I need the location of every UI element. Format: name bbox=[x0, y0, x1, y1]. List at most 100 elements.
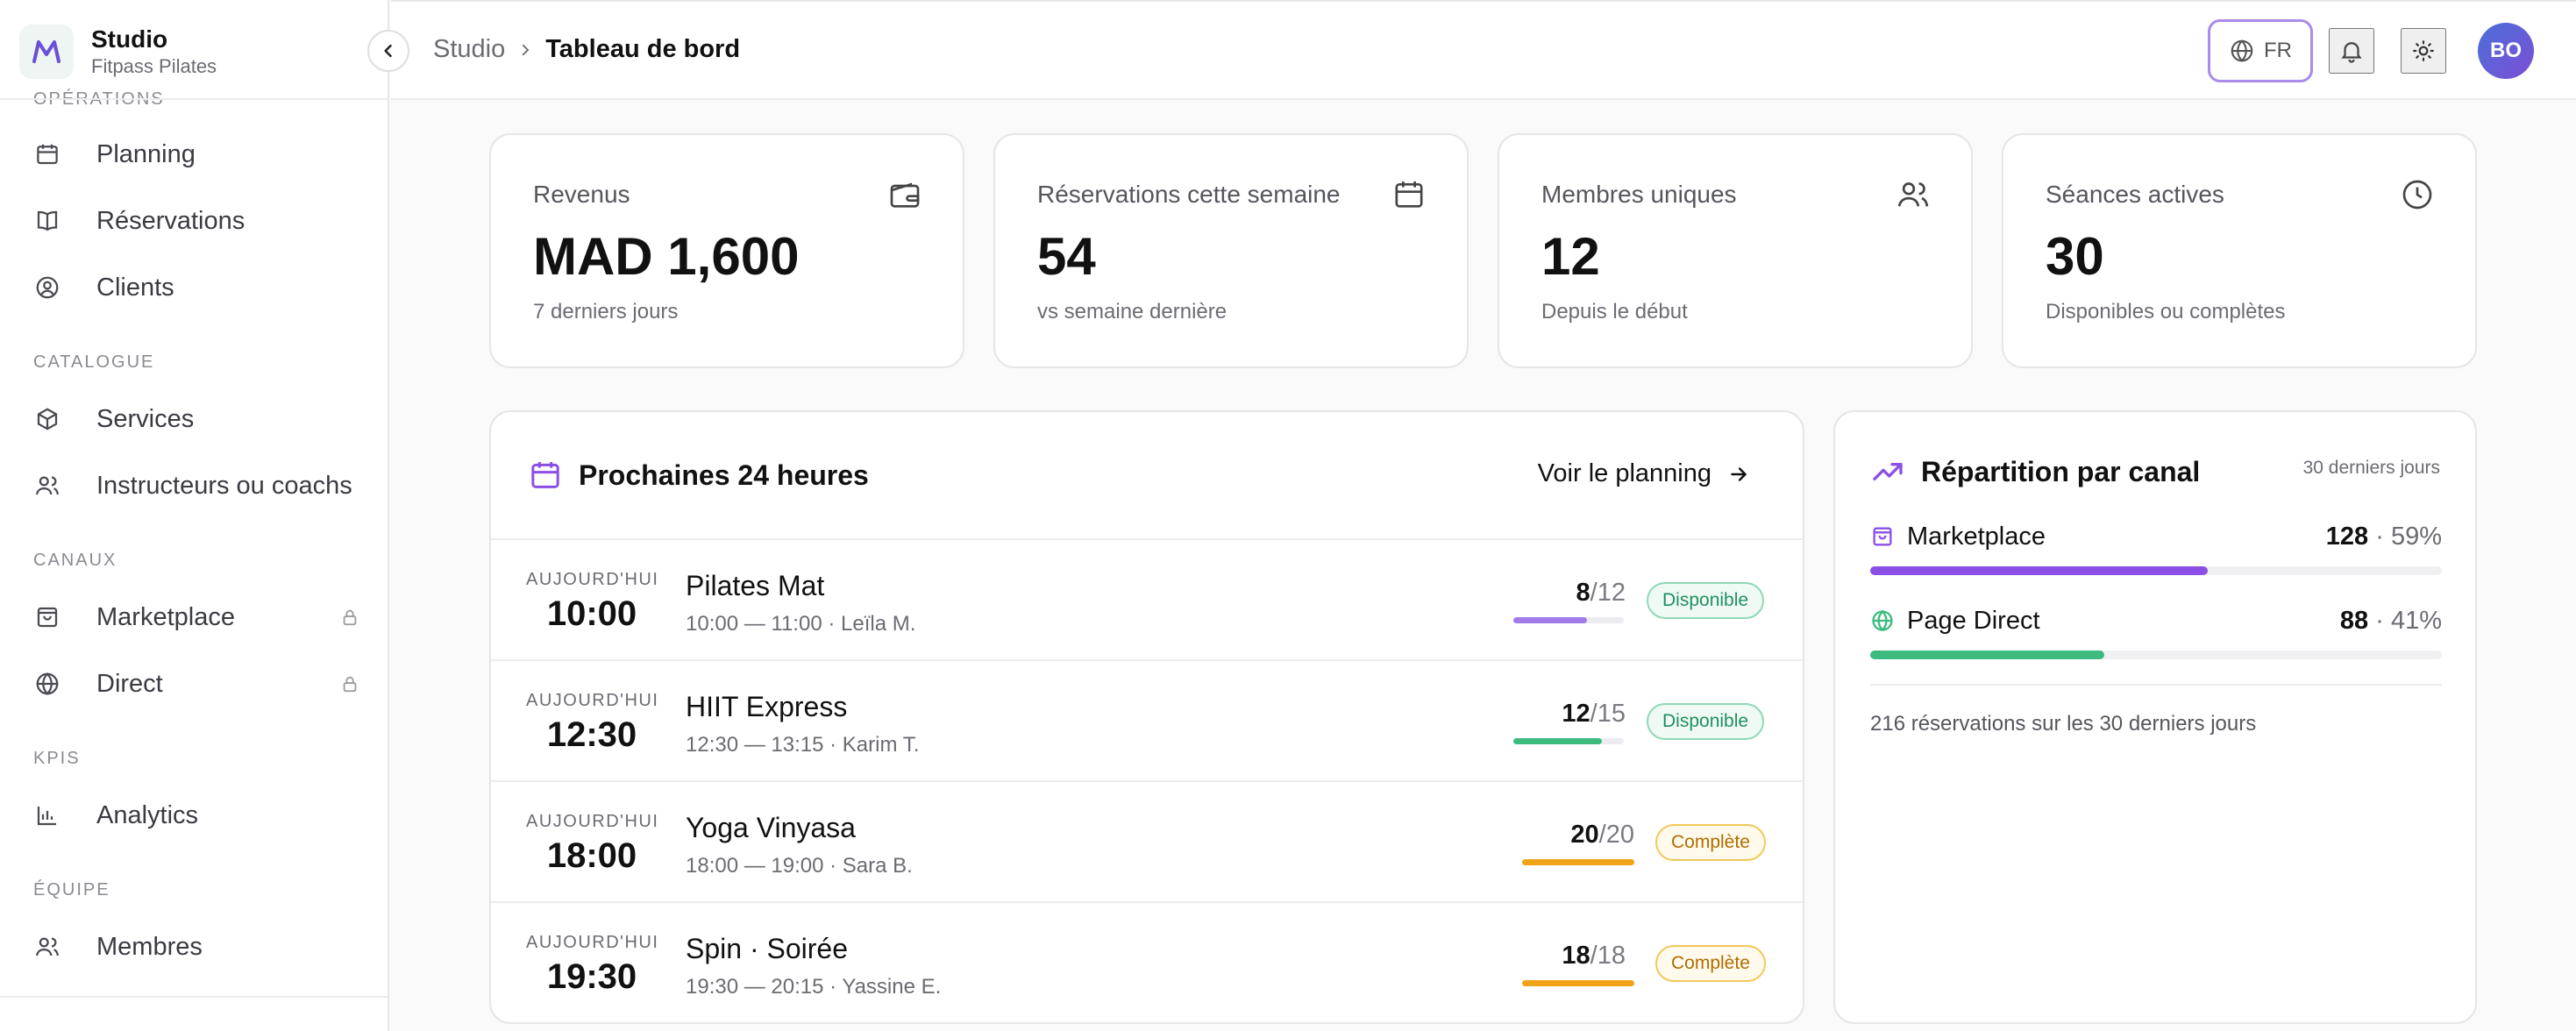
channel-bar bbox=[1870, 566, 2442, 575]
sidebar-item-services[interactable]: Services bbox=[33, 393, 359, 445]
channel-name: Page Direct bbox=[1907, 606, 2040, 635]
session-capacity: 20/20 bbox=[1570, 821, 1634, 849]
session-day: AUJOURD'HUI bbox=[526, 933, 659, 952]
session-name: Yoga Vinyasa bbox=[686, 812, 856, 843]
session-row[interactable]: AUJOURD'HUI 12:30 HIIT Express 12:30 — 1… bbox=[491, 659, 1803, 780]
sidebar-item-reservations[interactable]: Réservations bbox=[33, 195, 359, 247]
status-badge: Disponible bbox=[1647, 703, 1765, 740]
breadcrumb-current: Tableau de bord bbox=[545, 35, 741, 63]
session-row[interactable]: AUJOURD'HUI 10:00 Pilates Mat 10:00 — 11… bbox=[491, 538, 1803, 659]
users-icon bbox=[33, 472, 61, 500]
sidebar-section-kpis: KPIS bbox=[33, 749, 81, 768]
kpi-subtext: 7 derniers jours bbox=[533, 300, 679, 324]
kpi-value: MAD 1,600 bbox=[533, 227, 800, 286]
brand[interactable]: Studio Fitpass Pilates bbox=[19, 25, 217, 79]
shopping-bag-icon bbox=[1873, 527, 1892, 546]
session-capacity: 8/12 bbox=[1576, 579, 1626, 607]
lock-icon bbox=[340, 607, 359, 632]
capacity-bar bbox=[1522, 859, 1634, 865]
sidebar-item-clients[interactable]: Clients bbox=[33, 261, 359, 314]
breadcrumb-root[interactable]: Studio bbox=[433, 35, 505, 64]
sidebar-item-label: Instructeurs ou coachs bbox=[96, 471, 352, 500]
session-row[interactable]: AUJOURD'HUI 19:30 Spin · Soirée 19:30 — … bbox=[491, 901, 1803, 1022]
capacity-bar bbox=[1522, 980, 1634, 986]
chevron-left-icon bbox=[384, 44, 392, 58]
channel-name: Marketplace bbox=[1907, 522, 2046, 551]
session-day: AUJOURD'HUI bbox=[526, 570, 659, 589]
clock-icon bbox=[2400, 177, 2435, 217]
session-time: 10:00 bbox=[546, 594, 637, 633]
channel-row-direct: Page Direct 88 · 41% bbox=[1870, 603, 2442, 659]
kpi-card-membres: Membres uniques 12 Depuis le début bbox=[1498, 133, 1973, 368]
calendar-icon bbox=[531, 462, 559, 488]
sun-icon bbox=[2413, 40, 2434, 61]
sidebar-section-catalogue: CATALOGUE bbox=[33, 352, 155, 372]
globe-icon bbox=[2231, 39, 2253, 62]
bar-chart-icon bbox=[33, 801, 61, 829]
lock-icon bbox=[340, 673, 359, 699]
upcoming-sessions-card: Prochaines 24 heures Voir le planning AU… bbox=[489, 410, 1804, 1024]
kpi-card-seances: Séances actives 30 Disponibles ou complè… bbox=[2002, 133, 2477, 368]
sidebar-item-label: Réservations bbox=[96, 206, 246, 235]
channel-bar-fill bbox=[1870, 651, 2105, 659]
kpi-label: Revenus bbox=[533, 181, 630, 208]
channel-row-marketplace: Marketplace 128 · 59% bbox=[1870, 519, 2442, 575]
avatar[interactable]: BO bbox=[2478, 23, 2534, 79]
sidebar-item-planning[interactable]: Planning bbox=[33, 128, 359, 181]
divider bbox=[1870, 684, 2442, 686]
chevron-right-icon bbox=[517, 42, 533, 58]
sidebar-item-label: Marketplace bbox=[96, 602, 235, 631]
sidebar-item-membres[interactable]: Membres bbox=[33, 921, 359, 973]
language-button[interactable]: FR bbox=[2208, 19, 2313, 82]
session-row[interactable]: AUJOURD'HUI 18:00 Yoga Vinyasa 18:00 — 1… bbox=[491, 780, 1803, 901]
session-name: Pilates Mat bbox=[686, 570, 825, 601]
channel-value: 128 · 59% bbox=[2325, 522, 2442, 551]
brand-name: Studio bbox=[91, 25, 168, 53]
channel-bar-fill bbox=[1870, 566, 2208, 575]
kpi-subtext: Depuis le début bbox=[1541, 300, 1688, 324]
theme-toggle-button[interactable] bbox=[2401, 28, 2446, 74]
notifications-button[interactable] bbox=[2329, 28, 2374, 74]
status-badge: Disponible bbox=[1647, 582, 1765, 619]
sidebar-item-marketplace[interactable]: Marketplace bbox=[33, 591, 359, 643]
channel-breakdown-card: Répartition par canal 30 derniers jours … bbox=[1833, 410, 2477, 1024]
session-time: 12:30 bbox=[546, 715, 637, 754]
sidebar-divider bbox=[0, 996, 388, 998]
sidebar-item-instructeurs[interactable]: Instructeurs ou coachs bbox=[33, 459, 359, 512]
channel-breakdown-title: Répartition par canal bbox=[1870, 454, 2200, 489]
user-circle-icon bbox=[33, 274, 61, 302]
sidebar-item-label: Planning bbox=[96, 139, 196, 168]
sidebar-item-label: Direct bbox=[96, 669, 163, 698]
capacity-bar bbox=[1513, 738, 1624, 744]
sidebar-section-equipe: ÉQUIPE bbox=[33, 880, 110, 899]
sidebar-item-analytics[interactable]: Analytics bbox=[33, 789, 359, 842]
globe-icon bbox=[1872, 609, 1893, 632]
sidebar: Studio Fitpass Pilates OPÉRATIONS Planni… bbox=[0, 0, 389, 1031]
session-meta: 12:30 — 13:15 · Karim T. bbox=[686, 733, 920, 757]
session-meta: 10:00 — 11:00 · Leïla M. bbox=[686, 612, 916, 636]
globe-icon bbox=[33, 670, 61, 698]
topbar: Studio Tableau de bord FR BO bbox=[391, 0, 2576, 100]
capacity-bar bbox=[1513, 617, 1624, 623]
language-label: FR bbox=[2264, 39, 2292, 62]
kpi-card-reservations: Réservations cette semaine 54 vs semaine… bbox=[993, 133, 1469, 368]
channel-bar bbox=[1870, 651, 2442, 659]
session-capacity: 12/15 bbox=[1562, 700, 1626, 728]
sidebar-item-direct[interactable]: Direct bbox=[33, 658, 359, 710]
collapse-sidebar-button[interactable] bbox=[367, 30, 409, 72]
capacity-bar-fill bbox=[1522, 980, 1634, 986]
kpi-value: 54 bbox=[1037, 227, 1096, 286]
sidebar-item-label: Services bbox=[96, 404, 195, 433]
upcoming-title: Prochaines 24 heures bbox=[528, 458, 869, 493]
book-open-icon bbox=[33, 207, 61, 235]
kpi-value: 12 bbox=[1541, 227, 1600, 286]
channel-value: 88 · 41% bbox=[2339, 606, 2442, 635]
sidebar-item-label: Analytics bbox=[96, 800, 199, 829]
channel-breakdown-period: 30 derniers jours bbox=[2302, 458, 2440, 478]
see-planning-button[interactable]: Voir le planning bbox=[1538, 459, 1750, 488]
sidebar-section-canaux: CANAUX bbox=[33, 551, 117, 570]
session-day: AUJOURD'HUI bbox=[526, 812, 659, 831]
session-name: Spin · Soirée bbox=[686, 933, 848, 964]
users-icon bbox=[33, 933, 61, 961]
wallet-icon bbox=[887, 177, 922, 217]
